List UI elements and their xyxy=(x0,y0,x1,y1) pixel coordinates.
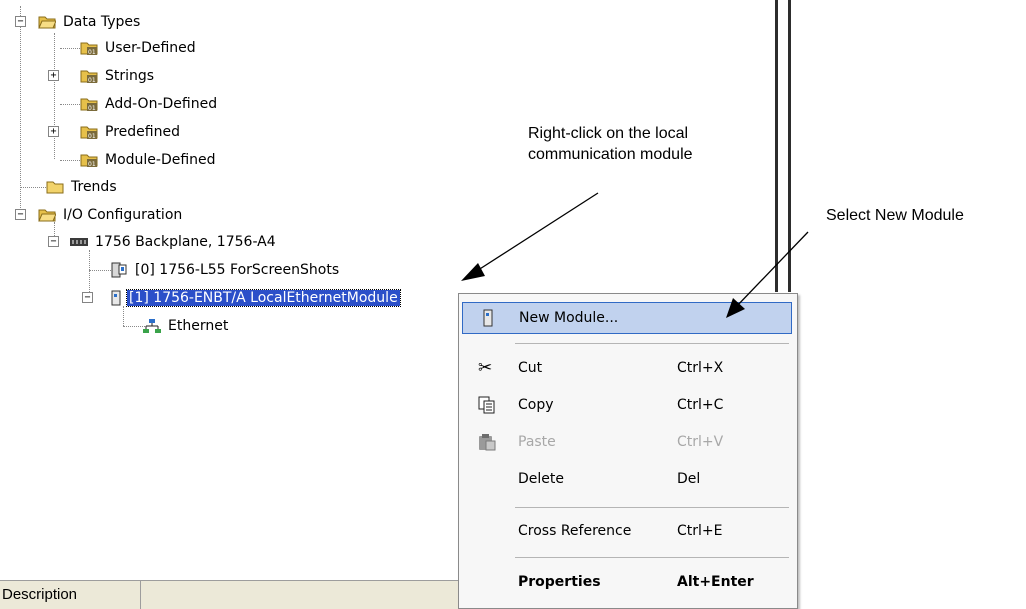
tree-item-module-defined[interactable]: 01 Module-Defined xyxy=(80,150,218,170)
menu-separator xyxy=(515,557,789,558)
annotation-select-new-module: Select New Module xyxy=(826,207,964,224)
tree-item-user-defined[interactable]: 01 User-Defined xyxy=(80,38,198,58)
menu-item-shortcut: Alt+Enter xyxy=(677,574,754,590)
tree-item-controller[interactable]: [0] 1756-L55 ForScreenShots xyxy=(110,260,341,280)
annotation-line: Right-click on the local xyxy=(528,125,689,142)
data-type-folder-icon: 01 xyxy=(80,126,98,140)
collapse-icon[interactable]: − xyxy=(48,236,59,247)
context-menu[interactable]: New Module... ✂ Cut Ctrl+X Copy Ctrl+C P… xyxy=(458,293,798,609)
menu-item-label: Properties xyxy=(518,574,601,590)
svg-text:01: 01 xyxy=(88,49,96,56)
annotation-right-click: Right-click on the local communication m… xyxy=(528,123,693,165)
tree-item-trends[interactable]: Trends xyxy=(46,177,119,197)
menu-item-label: New Module... xyxy=(519,310,619,326)
tree-item-label: Predefined xyxy=(105,124,180,140)
tree-item-label: I/O Configuration xyxy=(63,207,183,223)
tree-item-label: [1] 1756-ENBT/A LocalEthernetModule xyxy=(126,289,401,307)
menu-item-label: Paste xyxy=(518,434,556,450)
tree-connector xyxy=(60,48,82,49)
menu-item-paste[interactable]: Paste Ctrl+V xyxy=(462,426,792,458)
tree-item-label: [0] 1756-L55 ForScreenShots xyxy=(135,262,340,278)
menu-item-shortcut: Del xyxy=(677,471,701,487)
folder-icon xyxy=(46,181,64,194)
tree-connector xyxy=(20,6,21,216)
menu-item-label: Copy xyxy=(518,397,554,413)
tree-connector xyxy=(60,104,82,105)
network-icon xyxy=(143,319,161,333)
tree-item-io-configuration[interactable]: − I/O Configuration xyxy=(14,205,184,225)
tree-item-label: Module-Defined xyxy=(105,152,216,168)
data-type-folder-icon: 01 xyxy=(80,98,98,112)
tree-connector xyxy=(20,187,46,188)
menu-item-shortcut: Ctrl+C xyxy=(677,397,724,413)
menu-item-shortcut: Ctrl+E xyxy=(677,523,723,539)
menu-item-delete[interactable]: Delete Del xyxy=(462,463,792,495)
paste-icon xyxy=(479,434,496,451)
menu-item-properties[interactable]: Properties Alt+Enter xyxy=(462,566,792,598)
tree-item-add-on-defined[interactable]: 01 Add-On-Defined xyxy=(80,94,219,114)
tree-item-label: User-Defined xyxy=(105,40,196,56)
tree-item-ethernet[interactable]: Ethernet xyxy=(143,316,230,336)
copy-icon xyxy=(478,396,495,414)
collapse-icon[interactable]: − xyxy=(82,292,93,303)
menu-separator xyxy=(515,507,789,508)
data-type-folder-icon: 01 xyxy=(80,70,98,84)
tree-connector xyxy=(60,160,82,161)
folder-open-icon xyxy=(38,209,56,222)
annotation-line: communication module xyxy=(528,146,693,163)
data-type-folder-icon: 01 xyxy=(80,42,98,56)
tree-item-enbt-module[interactable]: − [1] 1756-ENBT/A LocalEthernetModule xyxy=(82,288,401,308)
menu-item-label: Delete xyxy=(518,471,564,487)
tree-item-backplane[interactable]: − 1756 Backplane, 1756-A4 xyxy=(48,232,278,252)
backplane-icon xyxy=(70,238,88,246)
menu-separator xyxy=(515,343,789,344)
module-icon xyxy=(111,290,121,306)
menu-item-copy[interactable]: Copy Ctrl+C xyxy=(462,389,792,421)
menu-item-shortcut: Ctrl+X xyxy=(677,360,724,376)
tree-item-label: 1756 Backplane, 1756-A4 xyxy=(95,234,276,250)
tree-item-label: Ethernet xyxy=(168,318,229,334)
window-splitter[interactable] xyxy=(772,0,794,292)
tree-item-label: Add-On-Defined xyxy=(105,96,218,112)
svg-text:01: 01 xyxy=(88,77,96,84)
controller-icon xyxy=(111,262,127,278)
splitter-bar xyxy=(775,0,778,292)
menu-item-shortcut: Ctrl+V xyxy=(677,434,724,450)
tree-item-predefined[interactable]: + 01 Predefined xyxy=(48,122,182,142)
collapse-icon[interactable]: − xyxy=(15,209,26,220)
tree-item-label: Data Types xyxy=(63,14,141,30)
tree-item-data-types[interactable]: − Data Types xyxy=(14,12,142,32)
menu-item-label: Cross Reference xyxy=(518,523,632,539)
menu-item-label: Cut xyxy=(518,360,543,376)
data-type-folder-icon: 01 xyxy=(80,154,98,168)
svg-text:01: 01 xyxy=(88,133,96,140)
scissors-icon: ✂ xyxy=(478,358,493,378)
splitter-bar xyxy=(788,0,791,292)
menu-item-cross-reference[interactable]: Cross Reference Ctrl+E xyxy=(462,515,792,547)
description-label: Description xyxy=(0,581,141,609)
collapse-icon[interactable]: − xyxy=(15,16,26,27)
menu-item-new-module[interactable]: New Module... xyxy=(462,302,792,334)
svg-text:01: 01 xyxy=(88,161,96,168)
tree-connector xyxy=(89,270,111,271)
folder-open-icon xyxy=(38,16,56,29)
tree-connector xyxy=(123,326,145,327)
svg-text:01: 01 xyxy=(88,105,96,112)
expand-icon[interactable]: + xyxy=(48,126,59,137)
new-module-icon xyxy=(483,309,493,327)
tree-item-label: Trends xyxy=(71,179,117,195)
expand-icon[interactable]: + xyxy=(48,70,59,81)
tree-item-strings[interactable]: + 01 Strings xyxy=(48,66,156,86)
menu-item-cut[interactable]: ✂ Cut Ctrl+X xyxy=(462,352,792,384)
tree-connector xyxy=(123,306,124,326)
description-pane: Description xyxy=(0,580,470,609)
tree-item-label: Strings xyxy=(105,68,155,84)
